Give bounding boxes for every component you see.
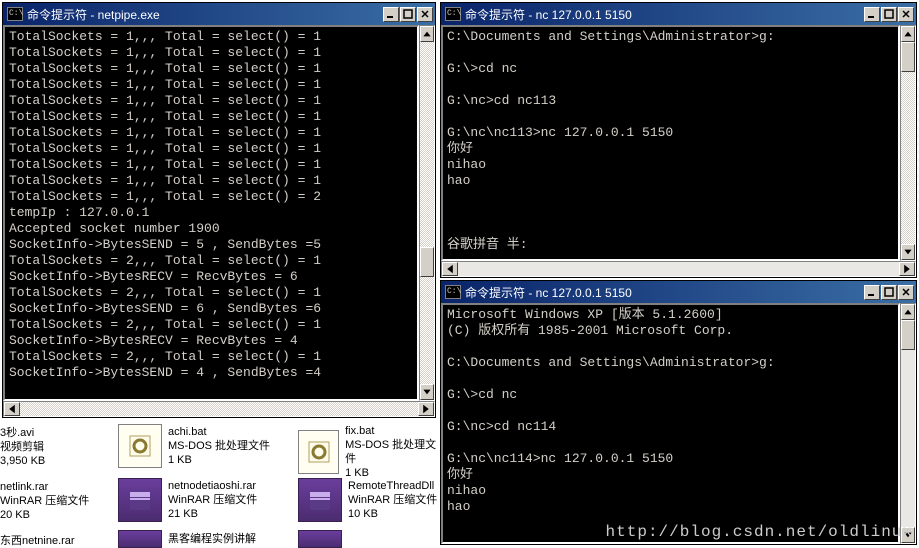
close-button[interactable] — [417, 7, 433, 22]
file-type: WinRAR 压缩文件 — [168, 493, 257, 507]
file-name: 黑客编程实例讲解 — [168, 532, 256, 546]
file-size: 10 KB — [348, 507, 437, 521]
maximize-button[interactable] — [881, 7, 897, 22]
rar-file-icon — [298, 478, 342, 522]
cmd-window-nc1: C:\ 命令提示符 - nc 127.0.0.1 5150 C:\Documen… — [440, 2, 917, 278]
titlebar[interactable]: C:\ 命令提示符 - nc 127.0.0.1 5150 — [441, 3, 916, 25]
file-item[interactable]: RemoteThreadDll WinRAR 压缩文件 10 KB — [298, 478, 437, 522]
vertical-scrollbar[interactable] — [900, 25, 916, 261]
close-button[interactable] — [898, 285, 914, 300]
scroll-up-icon[interactable] — [420, 26, 434, 42]
file-name: netnodetiaoshi.rar — [168, 479, 257, 493]
minimize-button[interactable] — [864, 7, 880, 22]
cmd-icon: C:\ — [7, 7, 23, 21]
cmd-icon: C:\ — [445, 285, 461, 299]
scroll-thumb[interactable] — [420, 247, 434, 277]
rar-file-icon — [298, 530, 342, 548]
file-item[interactable]: fix.bat MS-DOS 批处理文件 1 KB — [298, 424, 440, 480]
file-item[interactable]: achi.bat MS-DOS 批处理文件 1 KB — [118, 424, 270, 468]
batch-file-icon — [118, 424, 162, 468]
file-type: 视频剪辑 — [0, 440, 45, 454]
scroll-up-icon[interactable] — [901, 26, 915, 42]
file-type: WinRAR 压缩文件 — [348, 493, 437, 507]
file-size: 1 KB — [168, 453, 270, 467]
terminal-output[interactable]: Microsoft Windows XP [版本 5.1.2600] (C) 版… — [441, 303, 900, 544]
cmd-icon: C:\ — [445, 7, 461, 21]
close-button[interactable] — [898, 7, 914, 22]
file-item[interactable]: netnodetiaoshi.rar WinRAR 压缩文件 21 KB — [118, 478, 257, 522]
rar-file-icon — [118, 530, 162, 548]
file-item[interactable]: netlink.rar WinRAR 压缩文件 20 KB — [0, 480, 89, 522]
file-type: MS-DOS 批处理文件 — [345, 438, 440, 466]
titlebar[interactable]: C:\ 命令提示符 - nc 127.0.0.1 5150 — [441, 281, 916, 303]
file-item[interactable]: 东西netnine.rar — [0, 534, 75, 548]
window-title: 命令提示符 - netpipe.exe — [27, 6, 383, 23]
titlebar[interactable]: C:\ 命令提示符 - netpipe.exe — [3, 3, 435, 25]
vertical-scrollbar[interactable] — [900, 303, 916, 544]
terminal-output[interactable]: C:\Documents and Settings\Administrator>… — [441, 25, 900, 261]
file-name: RemoteThreadDll — [348, 479, 437, 493]
batch-file-icon — [298, 430, 339, 474]
file-type: WinRAR 压缩文件 — [0, 494, 89, 508]
cmd-window-netpipe: C:\ 命令提示符 - netpipe.exe TotalSockets = 1… — [2, 2, 436, 418]
scroll-left-icon[interactable] — [4, 402, 20, 416]
scroll-down-icon[interactable] — [901, 244, 915, 260]
file-name: achi.bat — [168, 425, 270, 439]
horizontal-scrollbar[interactable] — [441, 261, 916, 277]
vertical-scrollbar[interactable] — [419, 25, 435, 401]
scroll-down-icon[interactable] — [420, 384, 434, 400]
maximize-button[interactable] — [881, 285, 897, 300]
scroll-thumb[interactable] — [901, 320, 915, 350]
minimize-button[interactable] — [383, 7, 399, 22]
file-name: fix.bat — [345, 424, 440, 438]
file-size: 20 KB — [0, 508, 89, 522]
file-size: 21 KB — [168, 507, 257, 521]
file-item[interactable]: 黑客编程实例讲解 — [118, 530, 256, 548]
file-name: netlink.rar — [0, 480, 89, 494]
horizontal-scrollbar[interactable] — [3, 401, 435, 417]
watermark-text: http://blog.csdn.net/oldlinux — [606, 523, 913, 541]
minimize-button[interactable] — [864, 285, 880, 300]
terminal-output[interactable]: TotalSockets = 1,,, Total = select() = 1… — [3, 25, 419, 401]
file-name: 东西netnine.rar — [0, 534, 75, 548]
rar-file-icon — [118, 478, 162, 522]
scroll-up-icon[interactable] — [901, 304, 915, 320]
file-item[interactable] — [298, 530, 342, 548]
scroll-right-icon[interactable] — [899, 262, 915, 276]
scroll-right-icon[interactable] — [418, 402, 434, 416]
desktop-files-area: 3秒.avi 视频剪辑 3,950 KB achi.bat MS-DOS 批处理… — [0, 418, 440, 548]
window-title: 命令提示符 - nc 127.0.0.1 5150 — [465, 6, 864, 23]
scroll-thumb[interactable] — [901, 42, 915, 72]
scroll-left-icon[interactable] — [442, 262, 458, 276]
window-title: 命令提示符 - nc 127.0.0.1 5150 — [465, 284, 864, 301]
file-type: MS-DOS 批处理文件 — [168, 439, 270, 453]
file-name: 3秒.avi — [0, 426, 45, 440]
file-size: 3,950 KB — [0, 454, 45, 468]
file-item[interactable]: 3秒.avi 视频剪辑 3,950 KB — [0, 426, 45, 468]
maximize-button[interactable] — [400, 7, 416, 22]
cmd-window-nc2: C:\ 命令提示符 - nc 127.0.0.1 5150 Microsoft … — [440, 280, 917, 545]
